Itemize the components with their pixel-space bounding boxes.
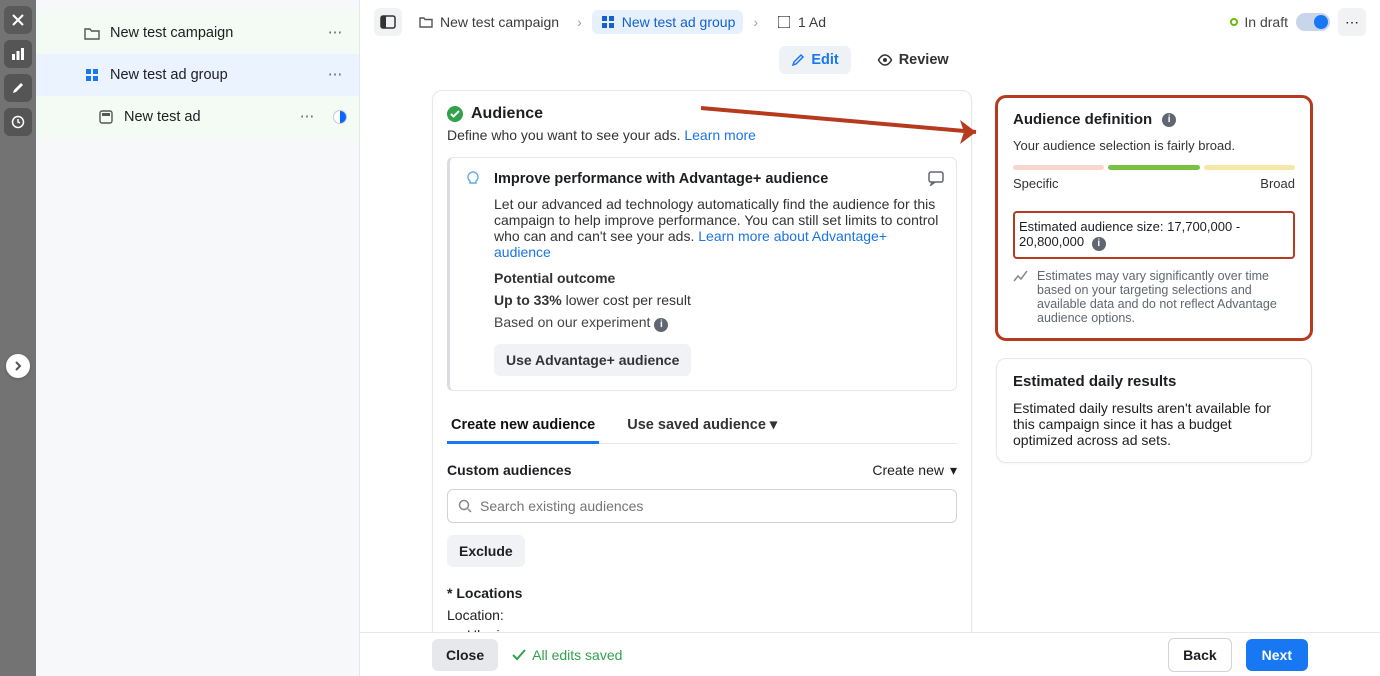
tab-saved-audience[interactable]: Use saved audience▾ — [623, 407, 781, 443]
ad-icon — [98, 109, 114, 125]
tab-edit[interactable]: Edit — [779, 46, 850, 74]
custom-audiences-heading: Custom audiences — [447, 462, 571, 478]
learn-more-link[interactable]: Learn more — [684, 127, 756, 143]
edit-review-tabs: Edit Review — [360, 46, 1380, 74]
location-label: Location: — [447, 607, 957, 623]
saved-indicator: All edits saved — [512, 647, 622, 663]
eye-icon — [877, 54, 893, 66]
info-icon[interactable]: i — [1162, 113, 1176, 127]
next-button[interactable]: Next — [1246, 639, 1308, 671]
clock-icon[interactable] — [4, 108, 32, 136]
tab-review[interactable]: Review — [865, 46, 961, 74]
publish-toggle[interactable] — [1296, 13, 1330, 31]
status-dot-icon — [1230, 18, 1238, 26]
exclude-button[interactable]: Exclude — [447, 535, 525, 567]
feedback-icon[interactable] — [928, 170, 944, 189]
close-button[interactable]: Close — [432, 639, 498, 671]
upto-text: lower cost per result — [562, 292, 691, 308]
audience-subtitle: Define who you want to see your ads. — [447, 127, 684, 143]
lightbulb-icon — [464, 170, 482, 188]
create-new-dropdown[interactable]: Create new▾ — [872, 462, 957, 479]
more-icon[interactable]: ⋯ — [323, 21, 347, 45]
potential-outcome-title: Potential outcome — [494, 270, 942, 286]
locations-heading: * Locations — [447, 585, 957, 601]
more-icon[interactable]: ⋯ — [1338, 8, 1366, 36]
sidebar-toggle-icon[interactable] — [374, 8, 402, 36]
trend-icon — [1013, 269, 1029, 325]
audience-title: Audience — [471, 105, 543, 123]
est-note-text: Estimates may vary significantly over ti… — [1037, 269, 1295, 325]
breadcrumb-ad[interactable]: 1 Ad — [768, 10, 834, 34]
audience-mode-tabs: Create new audience Use saved audience▾ — [447, 407, 957, 444]
info-icon[interactable]: i — [654, 318, 668, 332]
ad-icon — [776, 14, 792, 30]
gauge-broad-label: Broad — [1260, 176, 1295, 191]
status-indicator-icon — [333, 110, 347, 124]
tree-ad-label: New test ad — [124, 109, 201, 125]
footer-bar: Close All edits saved Back Next — [360, 632, 1380, 676]
tree-adgroup-label: New test ad group — [110, 67, 228, 83]
upto-value: Up to 33% — [494, 292, 562, 308]
more-icon[interactable]: ⋯ — [323, 63, 347, 87]
tree-adgroup[interactable]: New test ad group ⋯ — [36, 54, 359, 96]
grid-icon — [600, 14, 616, 30]
breadcrumb-adgroup[interactable]: New test ad group — [592, 10, 744, 34]
est-label: Estimated audience size: — [1019, 219, 1167, 234]
estimated-size-box: Estimated audience size: 17,700,000 - 20… — [1013, 211, 1295, 259]
search-audiences-input[interactable] — [447, 489, 957, 523]
top-bar: New test campaign › New test ad group › … — [360, 0, 1380, 36]
left-rail — [0, 0, 36, 676]
breadth-gauge — [1013, 165, 1295, 170]
info-icon[interactable]: i — [1092, 237, 1106, 251]
check-icon — [512, 649, 526, 661]
grid-icon — [84, 67, 100, 83]
tree-campaign-label: New test campaign — [110, 25, 233, 41]
gauge-specific-label: Specific — [1013, 176, 1059, 191]
folder-icon — [84, 25, 100, 41]
status-draft: In draft — [1230, 14, 1288, 30]
chevron-right-icon: › — [751, 14, 760, 30]
definition-summary: Your audience selection is fairly broad. — [1013, 138, 1295, 153]
daily-results-card: Estimated daily results Estimated daily … — [996, 358, 1312, 463]
check-icon — [447, 106, 463, 122]
audience-definition-card: Audience definition i Your audience selec… — [996, 96, 1312, 340]
folder-icon — [418, 14, 434, 30]
tree-ad[interactable]: New test ad ⋯ — [36, 96, 359, 138]
caret-down-icon: ▾ — [950, 462, 957, 479]
close-icon[interactable] — [4, 6, 32, 34]
breadcrumb-campaign[interactable]: New test campaign — [410, 10, 567, 34]
campaign-tree: New test campaign ⋯ New test ad group ⋯ … — [36, 0, 360, 676]
chart-icon[interactable] — [4, 40, 32, 68]
daily-body: Estimated daily results aren't available… — [1013, 400, 1295, 448]
advantage-box: Improve performance with Advantage+ audi… — [447, 157, 957, 391]
definition-title: Audience definition — [1013, 111, 1152, 128]
tab-create-audience[interactable]: Create new audience — [447, 407, 599, 443]
back-button[interactable]: Back — [1168, 638, 1231, 672]
basis-text: Based on our experiment — [494, 314, 650, 330]
search-field[interactable] — [480, 498, 946, 514]
expand-icon[interactable] — [6, 354, 30, 378]
audience-card: Audience Define who you want to see your… — [432, 90, 972, 632]
use-advantage-button[interactable]: Use Advantage+ audience — [494, 344, 691, 376]
chevron-right-icon: › — [575, 14, 584, 30]
search-icon — [458, 499, 472, 513]
pencil-icon — [791, 53, 805, 67]
more-icon[interactable]: ⋯ — [295, 105, 319, 129]
caret-down-icon: ▾ — [770, 417, 777, 433]
daily-title: Estimated daily results — [1013, 373, 1295, 390]
pencil-icon[interactable] — [4, 74, 32, 102]
advantage-title: Improve performance with Advantage+ audi… — [494, 171, 828, 187]
tree-campaign[interactable]: New test campaign ⋯ — [36, 12, 359, 54]
